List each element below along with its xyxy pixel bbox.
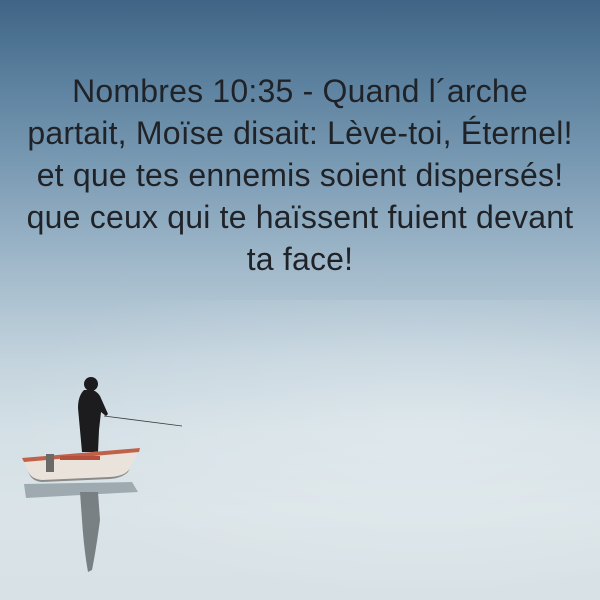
fisherman-figure [78, 377, 108, 452]
verse-text: Nombres 10:35 - Quand l´arche partait, M… [26, 73, 574, 277]
fisherman-boat-illustration [22, 377, 183, 572]
water-reflection [24, 482, 138, 572]
boat [22, 448, 140, 482]
background-photo: Nombres 10:35 - Quand l´arche partait, M… [0, 0, 600, 600]
fishing-line [103, 415, 183, 427]
